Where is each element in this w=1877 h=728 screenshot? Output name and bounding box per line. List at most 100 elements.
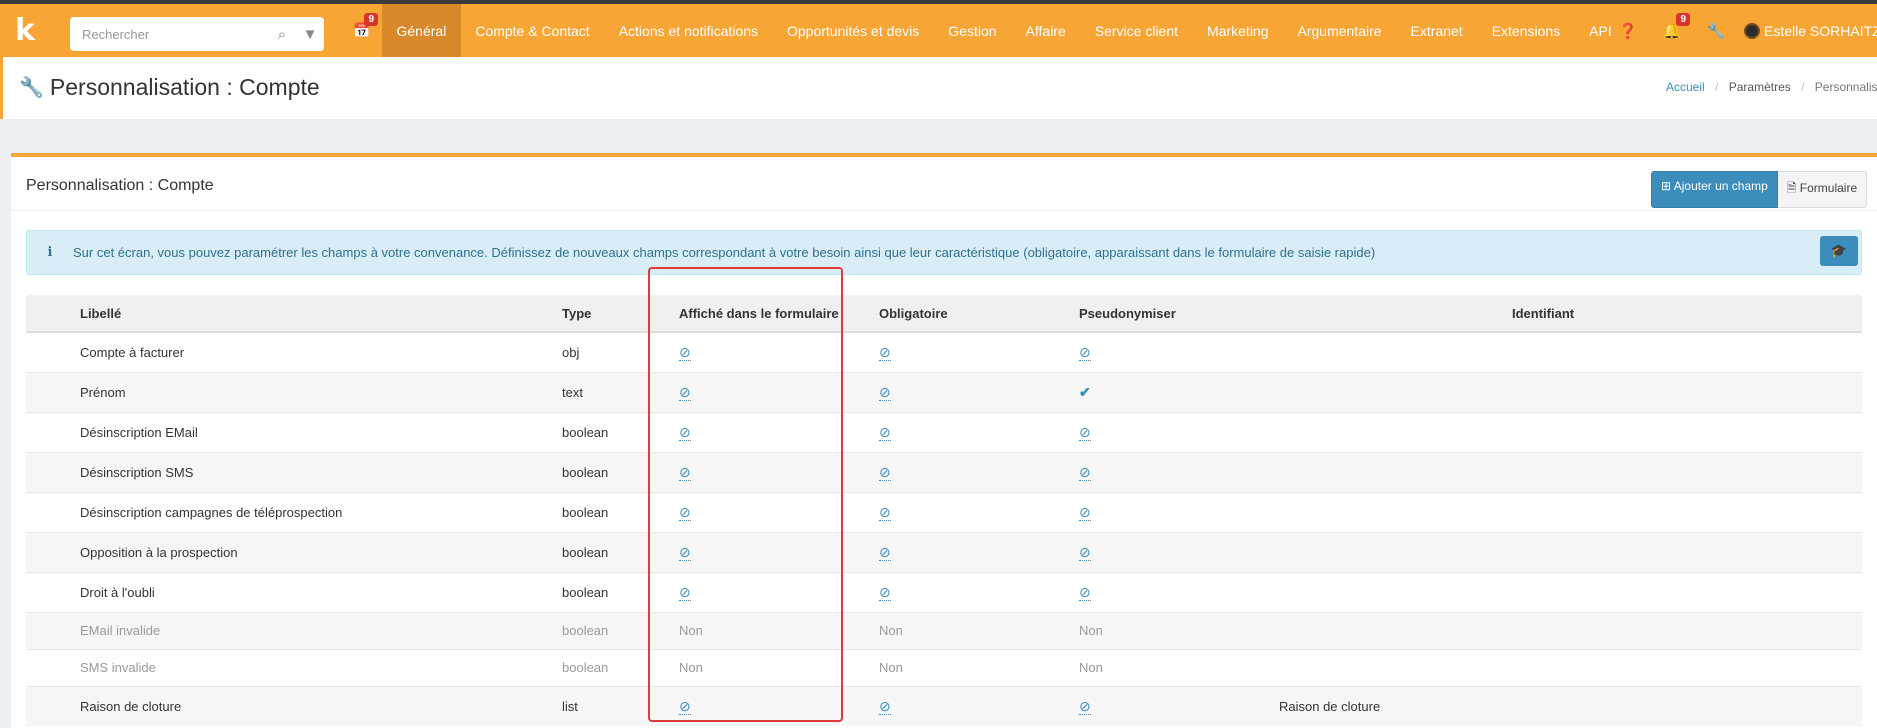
nav-extranet[interactable]: Extranet [1396,4,1477,57]
table-row: Désinscription SMS boolean ⊘ ⊘ ⊘ [26,451,1862,492]
tutorial-button[interactable]: 🎓 [1820,236,1858,266]
cell-libelle: EMail invalide [80,611,562,649]
ban-icon[interactable]: ⊘ [679,463,691,481]
search-input[interactable] [70,26,268,42]
ban-icon[interactable]: ⊘ [879,583,891,601]
cell-value: Non [679,623,703,638]
search-icon[interactable]: ⌕ [268,26,296,43]
header-type[interactable]: Type [562,295,679,333]
header-affiche-formulaire[interactable]: Affiché dans le formulaire [679,295,879,333]
ban-icon[interactable]: ⊘ [679,503,691,521]
cell-value: Non [879,660,903,675]
breadcrumb-accueil[interactable]: Accueil [1666,80,1705,94]
breadcrumb-parametres[interactable]: Paramètres [1729,80,1791,94]
cell-spacer [26,331,80,372]
cell-libelle: Désinscription EMail [80,411,562,452]
ban-icon[interactable]: ⊘ [679,423,691,441]
user-menu[interactable]: Estelle SORHAITZ ▾ [1744,22,1877,39]
avatar [1744,22,1760,39]
cell-required: ⊘ [879,571,1079,612]
cell-pseudo: ⊘ [1079,411,1279,452]
cell-spacer [1512,411,1862,452]
ban-icon[interactable]: ⊘ [679,383,691,401]
ban-icon[interactable]: ⊘ [1079,697,1091,715]
header-identifiant[interactable]: Identifiant [1512,295,1862,333]
info-icon: i [47,245,53,260]
cell-spacer [1512,685,1862,726]
ban-icon[interactable]: ⊘ [679,543,691,561]
cell-pseudo: ⊘ [1079,571,1279,612]
ban-icon[interactable]: ⊘ [879,503,891,521]
cell-form: Non [679,611,879,649]
filter-icon[interactable]: ▼ [296,26,324,43]
header-pseudonymiser[interactable]: Pseudonymiser [1079,295,1279,333]
app-logo[interactable]: k [0,4,50,57]
cell-required: Non [879,648,1079,686]
cell-libelle: Désinscription SMS [80,451,562,492]
cell-form: ⊘ [679,331,879,372]
cell-value: Non [1079,660,1103,675]
nav-general[interactable]: Général [382,4,461,57]
cell-required: ⊘ [879,331,1079,372]
ban-icon[interactable]: ⊘ [879,383,891,401]
table-row: Prénom text ⊘ ⊘ ✔ [26,371,1862,412]
nav-affaire[interactable]: Affaire [1011,4,1080,57]
cell-spacer [1512,648,1862,686]
cell-type: text [562,371,679,412]
check-icon[interactable]: ✔ [1079,384,1091,400]
cell-spacer [1512,331,1862,372]
ban-icon[interactable]: ⊘ [679,583,691,601]
ban-icon[interactable]: ⊘ [1079,343,1091,361]
ban-icon[interactable]: ⊘ [1079,583,1091,601]
nav-marketing[interactable]: Marketing [1193,4,1283,57]
cell-value: Non [679,660,703,675]
ban-icon[interactable]: ⊘ [879,343,891,361]
cell-form: ⊘ [679,371,879,412]
cell-pseudo: ⊘ [1079,451,1279,492]
cell-spacer [1512,491,1862,532]
cell-type: boolean [562,411,679,452]
cell-pseudo: ⊘ [1079,685,1279,726]
ban-icon[interactable]: ⊘ [879,463,891,481]
ban-icon[interactable]: ⊘ [879,697,891,715]
cell-identifiant [1279,531,1512,572]
panel-header: Personnalisation : Compte ⊞ Ajouter un c… [11,157,1877,211]
nav-compte-contact[interactable]: Compte & Contact [461,4,604,57]
table-row: SMS invalide boolean Non Non Non [26,648,1862,686]
cell-libelle: Raison de cloture [80,685,562,726]
ban-icon[interactable]: ⊘ [1079,543,1091,561]
wrench-icon[interactable]: 🔧 [1694,4,1738,57]
ban-icon[interactable]: ⊘ [879,543,891,561]
nav-argumentaire[interactable]: Argumentaire [1283,4,1396,57]
ban-icon[interactable]: ⊘ [1079,423,1091,441]
nav-actions-notifications[interactable]: Actions et notifications [604,4,772,57]
ban-icon[interactable]: ⊘ [879,423,891,441]
ban-icon[interactable]: ⊘ [679,697,691,715]
user-name: Estelle SORHAITZ [1764,22,1877,39]
cell-pseudo: ✔ [1079,371,1279,412]
ban-icon[interactable]: ⊘ [1079,463,1091,481]
nav-extensions[interactable]: Extensions [1477,4,1574,57]
header-obligatoire[interactable]: Obligatoire [879,295,1079,333]
help-icon[interactable]: ❓ [1606,4,1650,57]
cell-identifiant [1279,331,1512,372]
nav-gestion[interactable]: Gestion [934,4,1011,57]
ban-icon[interactable]: ⊘ [1079,503,1091,521]
cell-identifiant [1279,371,1512,412]
cell-type: boolean [562,491,679,532]
header-spacer [26,295,80,333]
cell-identifiant [1279,648,1512,686]
ban-icon[interactable]: ⊘ [679,343,691,361]
cell-required: ⊘ [879,411,1079,452]
nav-opportunites-devis[interactable]: Opportunités et devis [773,4,934,57]
notifications-button[interactable]: 🔔 9 [1650,4,1694,57]
cell-required: Non [879,611,1079,649]
nav-service-client[interactable]: Service client [1080,4,1192,57]
add-field-label: Ajouter un champ [1673,179,1768,193]
header-libelle[interactable]: Libellé [80,295,562,333]
add-field-button[interactable]: ⊞ Ajouter un champ [1651,171,1778,208]
cell-spacer [26,648,80,686]
cell-form: ⊘ [679,531,879,572]
form-button[interactable]: 🗎 Formulaire [1777,171,1868,208]
calendar-button[interactable]: 📅 9 [342,4,382,57]
